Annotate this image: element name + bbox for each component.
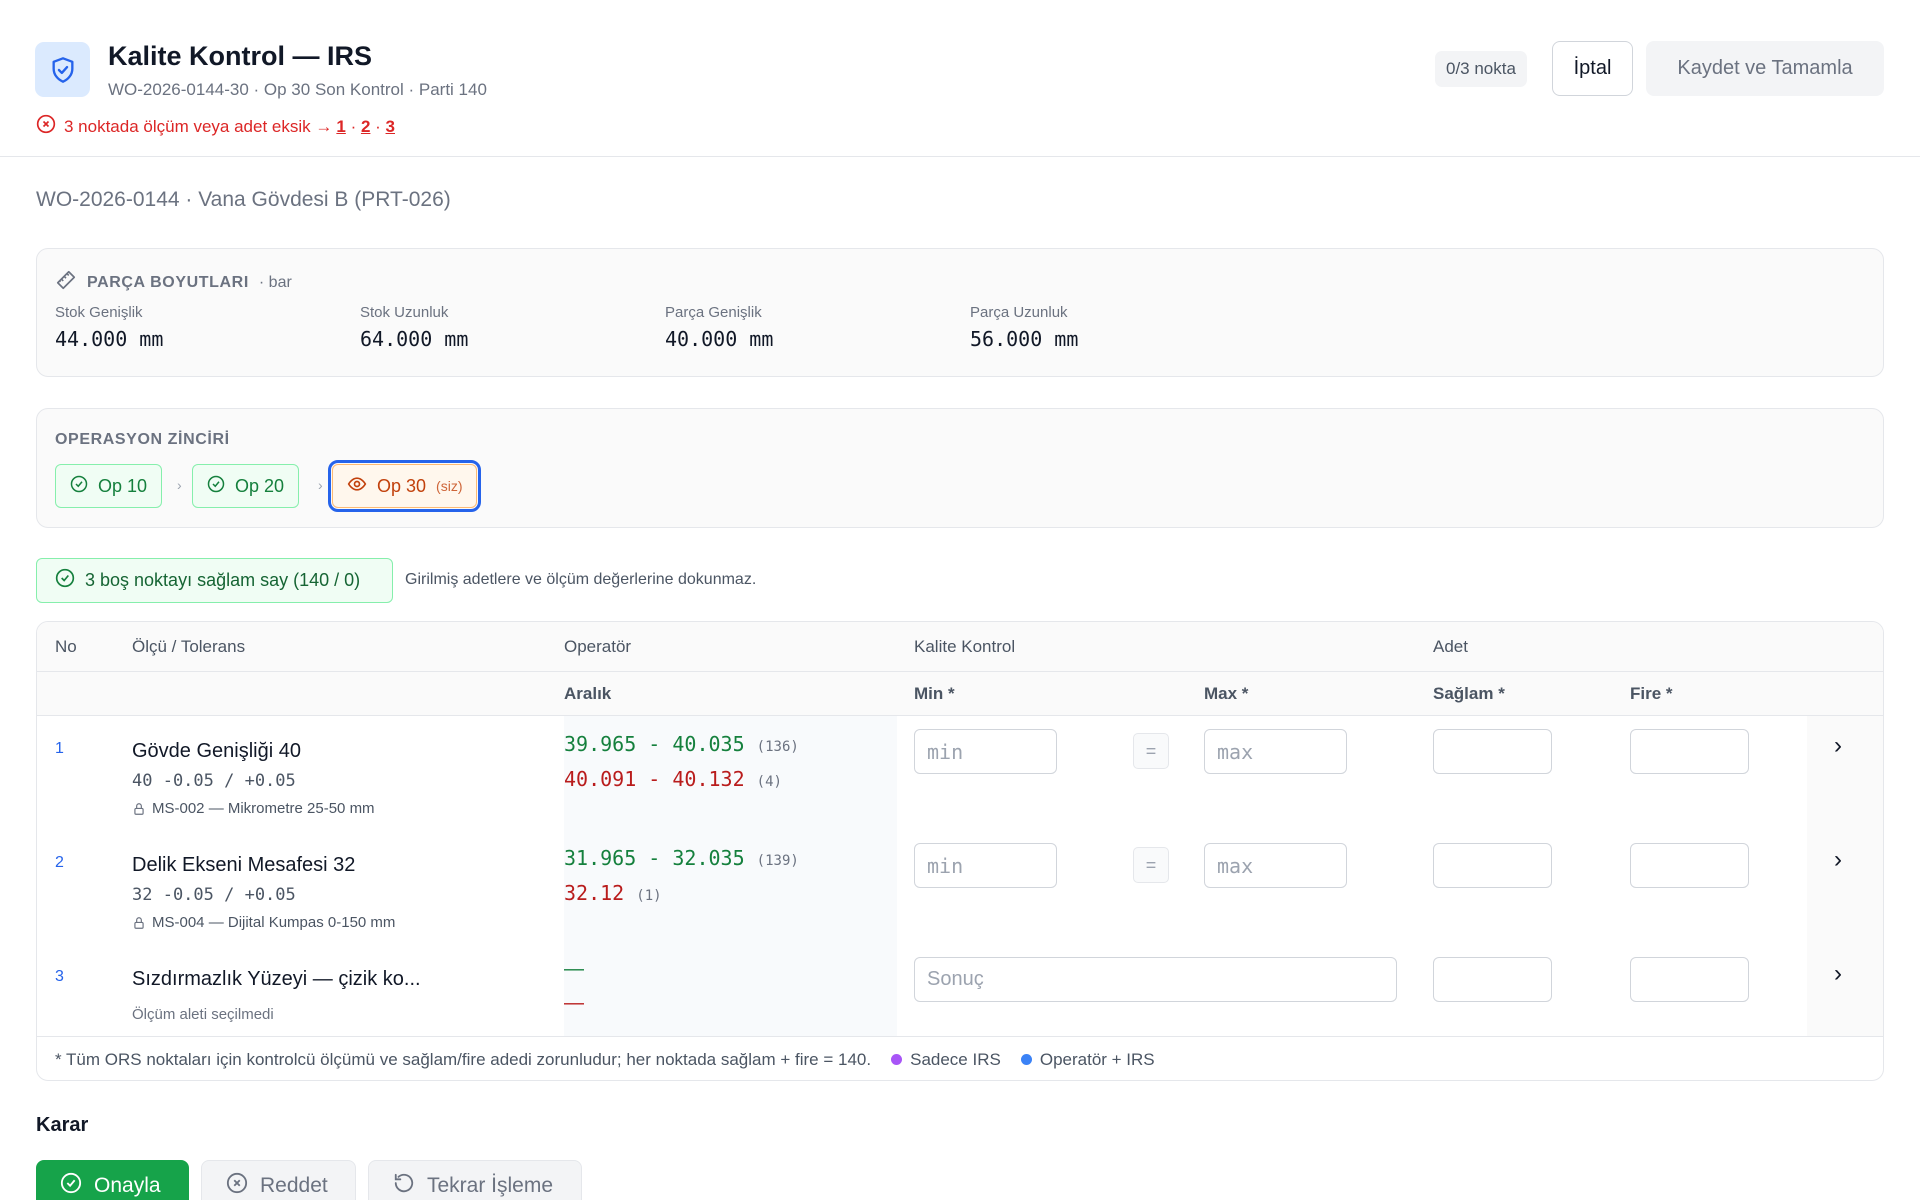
error-circle-icon bbox=[36, 114, 56, 139]
row-number: 3 bbox=[55, 968, 64, 985]
range-ok: 39.965 - 40.035 (136) bbox=[564, 732, 799, 756]
max-input[interactable]: max bbox=[1204, 729, 1347, 774]
reject-button[interactable]: Reddet bbox=[201, 1160, 356, 1200]
col-no: No bbox=[55, 637, 77, 656]
range-nok: 32.12 (1) bbox=[564, 881, 662, 905]
result-input[interactable]: Sonuç bbox=[914, 957, 1397, 1002]
check-circle-icon bbox=[55, 568, 75, 593]
decision-title: Karar bbox=[36, 1114, 89, 1136]
col-quantity: Adet bbox=[1433, 637, 1468, 656]
warning-text: 3 noktada ölçüm veya adet eksik → bbox=[64, 116, 333, 136]
copy-equal-button[interactable]: = bbox=[1133, 733, 1169, 769]
good-qty-input[interactable] bbox=[1433, 957, 1552, 1002]
range-ok: 31.965 - 32.035 (139) bbox=[564, 846, 799, 870]
dimensions-unit: · bar bbox=[258, 273, 292, 291]
row-tolerance: 40 -0.05 / +0.05 bbox=[132, 771, 296, 791]
max-input[interactable]: max bbox=[1204, 843, 1347, 888]
scrap-qty-input[interactable] bbox=[1630, 843, 1749, 888]
mark-all-good-button[interactable]: 3 boş noktayı sağlam say (140 / 0) bbox=[36, 558, 393, 603]
operation-chain-card: OPERASYON ZİNCİRİ Op 10 › Op 20 › Op 30 … bbox=[36, 408, 1884, 528]
x-circle-icon bbox=[226, 1172, 248, 1200]
work-order-title: WO-2026-0144 · Vana Gövdesi B (PRT-026) bbox=[36, 188, 451, 211]
good-qty-input[interactable] bbox=[1433, 729, 1552, 774]
col-quality-control: Kalite Kontrol bbox=[914, 637, 1016, 656]
chevron-right-icon: › bbox=[318, 477, 323, 493]
range-nok: — bbox=[564, 992, 584, 1014]
row-feature-name: Gövde Genişliği 40 bbox=[132, 740, 301, 762]
cancel-button[interactable]: İptal bbox=[1552, 41, 1633, 96]
progress-count-badge: 0/3 nokta bbox=[1435, 51, 1527, 87]
col-scrap: Fire * bbox=[1630, 684, 1673, 703]
col-good: Sağlam * bbox=[1433, 684, 1505, 703]
ruler-icon bbox=[55, 269, 77, 296]
table-footnote: * Tüm ORS noktaları için kontrolcü ölçüm… bbox=[37, 1036, 1883, 1080]
warning-link-1[interactable]: 1 bbox=[336, 117, 345, 136]
table-row: 2 Delik Ekseni Mesafesi 32 32 -0.05 / +0… bbox=[37, 830, 1883, 944]
row-tolerance: 32 -0.05 / +0.05 bbox=[132, 885, 296, 905]
col-max: Max * bbox=[1204, 684, 1249, 703]
dimension-stock-width: Stok Genişlik 44.000 mm bbox=[55, 304, 164, 351]
scrap-qty-input[interactable] bbox=[1630, 729, 1749, 774]
warning-link-2[interactable]: 2 bbox=[361, 117, 370, 136]
chevron-right-icon: › bbox=[177, 477, 182, 493]
operation-chain-heading: OPERASYON ZİNCİRİ bbox=[55, 431, 230, 448]
row-number: 1 bbox=[55, 740, 64, 757]
chevron-right-icon[interactable]: › bbox=[1834, 846, 1842, 874]
approve-button[interactable]: Onayla bbox=[36, 1160, 189, 1200]
row-number: 2 bbox=[55, 854, 64, 871]
dimension-part-length: Parça Uzunluk 56.000 mm bbox=[970, 304, 1079, 351]
col-measure: Ölçü / Tolerans bbox=[132, 637, 246, 656]
save-and-complete-button[interactable]: Kaydet ve Tamamla bbox=[1646, 41, 1884, 96]
legend-irs-only: Sadece IRS bbox=[910, 1049, 1001, 1069]
col-operator: Operatör bbox=[564, 637, 632, 656]
rework-button[interactable]: Tekrar İşleme bbox=[368, 1160, 582, 1200]
legend-dot-purple bbox=[891, 1054, 903, 1065]
table-header-sub: Aralık Min * Max * Sağlam * Fire * bbox=[37, 672, 1883, 716]
page-title: Kalite Kontrol — IRS bbox=[108, 41, 373, 71]
page-header: Kalite Kontrol — IRS WO-2026-0144-30 · O… bbox=[0, 0, 1920, 157]
range-ok: — bbox=[564, 958, 584, 980]
check-circle-icon bbox=[207, 475, 225, 498]
row-feature-name: Sızdırmazlık Yüzeyi — çizik ko... bbox=[132, 968, 421, 990]
row-feature-name: Delik Ekseni Mesafesi 32 bbox=[132, 854, 356, 876]
check-circle-icon bbox=[70, 475, 88, 498]
chevron-right-icon[interactable]: › bbox=[1834, 732, 1842, 760]
chevron-right-icon[interactable]: › bbox=[1834, 960, 1842, 988]
dimensions-heading: PARÇA BOYUTLARI · bar bbox=[55, 269, 292, 296]
dimension-part-width: Parça Genişlik 40.000 mm bbox=[665, 304, 774, 351]
op-step-20[interactable]: Op 20 bbox=[192, 464, 300, 508]
warning-link-3[interactable]: 3 bbox=[386, 117, 395, 136]
rotate-icon bbox=[393, 1172, 415, 1200]
min-input[interactable]: min bbox=[914, 843, 1057, 888]
col-range: Aralık bbox=[564, 684, 612, 703]
op-step-10[interactable]: Op 10 bbox=[55, 464, 163, 508]
measurement-table: No Ölçü / Tolerans Operatör Kalite Kontr… bbox=[36, 621, 1884, 1081]
row-tool: Ölçüm aleti seçilmedi bbox=[132, 1006, 274, 1023]
range-nok: 40.091 - 40.132 (4) bbox=[564, 767, 782, 791]
legend-operator-irs: Operatör + IRS bbox=[1039, 1049, 1155, 1069]
lock-icon bbox=[134, 916, 144, 929]
row-tool: MS-002 — Mikrometre 25-50 mm bbox=[132, 800, 375, 817]
lock-icon bbox=[134, 802, 144, 815]
row-tool: MS-004 — Dijital Kumpas 0-150 mm bbox=[132, 914, 395, 931]
op-step-30-current[interactable]: Op 30 (siz) bbox=[327, 460, 482, 512]
missing-warning: 3 noktada ölçüm veya adet eksik → 1 · 2 … bbox=[36, 114, 395, 139]
eye-icon bbox=[347, 474, 367, 499]
table-row: 1 Gövde Genişliği 40 40 -0.05 / +0.05 MS… bbox=[37, 716, 1883, 830]
dimension-stock-length: Stok Uzunluk 64.000 mm bbox=[360, 304, 469, 351]
scrap-qty-input[interactable] bbox=[1630, 957, 1749, 1002]
col-min: Min * bbox=[914, 684, 955, 703]
table-header-top: No Ölçü / Tolerans Operatör Kalite Kontr… bbox=[37, 622, 1883, 672]
copy-equal-button[interactable]: = bbox=[1133, 847, 1169, 883]
good-qty-input[interactable] bbox=[1433, 843, 1552, 888]
mark-all-note: Girilmiş adetlere ve ölçüm değerlerine d… bbox=[405, 571, 757, 588]
page-subtitle: WO-2026-0144-30 · Op 30 Son Kontrol · Pa… bbox=[108, 80, 487, 99]
part-dimensions-card: PARÇA BOYUTLARI · bar Stok Genişlik 44.0… bbox=[36, 248, 1884, 377]
min-input[interactable]: min bbox=[914, 729, 1057, 774]
current-user-tag: (siz) bbox=[436, 478, 463, 494]
shield-check-icon bbox=[35, 42, 90, 97]
check-circle-icon bbox=[60, 1172, 82, 1200]
legend-dot-blue bbox=[1020, 1054, 1032, 1065]
